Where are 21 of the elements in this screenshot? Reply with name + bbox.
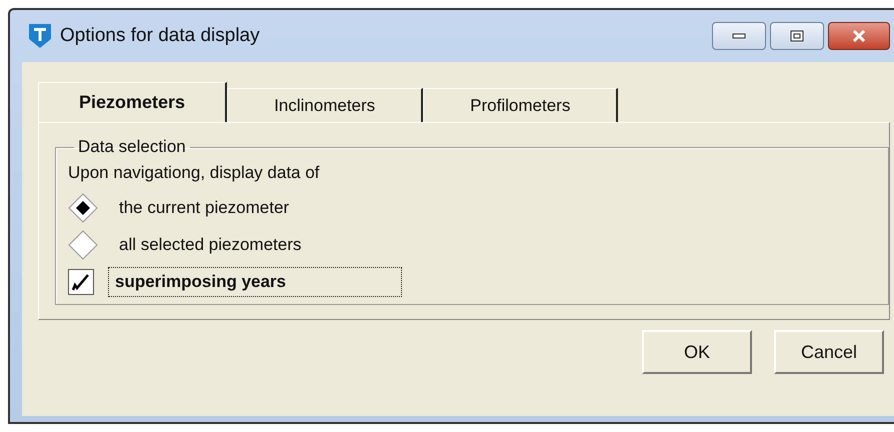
option-label[interactable]: the current piezometer — [112, 192, 296, 222]
checkbox[interactable] — [68, 268, 94, 294]
close-icon — [851, 30, 867, 42]
prompt-text: Upon navigationg, display data of — [68, 163, 320, 183]
minimize-button[interactable] — [712, 22, 766, 50]
group-title: Data selection — [77, 137, 187, 157]
window-title: Options for data display — [60, 25, 260, 47]
maximize-icon — [790, 30, 804, 42]
minimize-icon — [732, 33, 746, 39]
tab[interactable]: Inclinometers — [227, 88, 424, 122]
dialog-button[interactable]: Cancel — [774, 330, 884, 374]
maximize-button[interactable] — [770, 22, 824, 50]
dialog-button[interactable]: OK — [642, 330, 752, 374]
tab[interactable]: Profilometers — [423, 88, 618, 122]
radio-button[interactable] — [68, 230, 98, 260]
radio-button[interactable] — [68, 192, 98, 222]
shield-icon — [28, 23, 52, 49]
option-label[interactable]: all selected piezometers — [112, 230, 308, 260]
tab[interactable]: Piezometers — [38, 82, 228, 122]
option-label[interactable]: superimposing years — [108, 266, 402, 296]
close-button[interactable] — [828, 22, 890, 50]
